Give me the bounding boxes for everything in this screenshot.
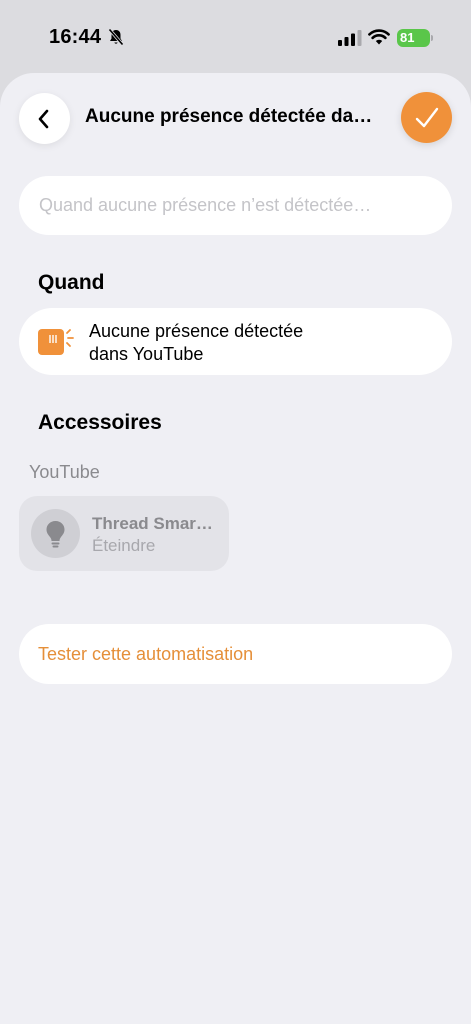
room-label: YouTube	[29, 462, 100, 482]
trigger-line-1: Aucune présence détectée	[89, 321, 304, 341]
checkmark-icon	[415, 107, 439, 128]
battery-tip	[431, 35, 433, 41]
accessory-icon-circle	[31, 509, 80, 558]
test-automation-label: Tester cette automatisation	[38, 644, 254, 664]
battery-indicator: 81	[397, 29, 430, 47]
status-time: 16:44	[49, 26, 102, 48]
presence-sensor-icon	[38, 329, 74, 355]
page-title: Aucune présence détectée da…	[85, 106, 373, 127]
done-button[interactable]	[401, 92, 452, 143]
automation-name-field[interactable]	[19, 176, 452, 235]
accessory-tile[interactable]: Thread Smar… Éteindre	[19, 496, 229, 571]
section-title-accessories: Accessoires	[38, 411, 162, 434]
trigger-line-2: dans YouTube	[89, 344, 204, 364]
lightbulb-icon	[46, 521, 65, 548]
battery-level: 81	[400, 30, 415, 45]
bell-slash-icon	[108, 28, 124, 46]
signal-icon	[338, 30, 362, 46]
trigger-card[interactable]: Aucune présence détectée dans YouTube	[19, 308, 452, 375]
accessory-state: Éteindre	[92, 536, 156, 555]
chevron-left-icon	[38, 109, 49, 129]
wifi-icon	[368, 29, 390, 45]
status-bar: 16:44 81	[0, 0, 471, 76]
back-button[interactable]	[19, 93, 70, 144]
section-title-when: Quand	[38, 271, 105, 294]
test-automation-button[interactable]: Tester cette automatisation	[19, 624, 452, 684]
automation-sheet: Aucune présence détectée da… Quand Aucun…	[0, 73, 471, 1024]
trigger-description: Aucune présence détectée dans YouTube	[89, 320, 303, 366]
accessory-name: Thread Smar…	[92, 514, 213, 533]
